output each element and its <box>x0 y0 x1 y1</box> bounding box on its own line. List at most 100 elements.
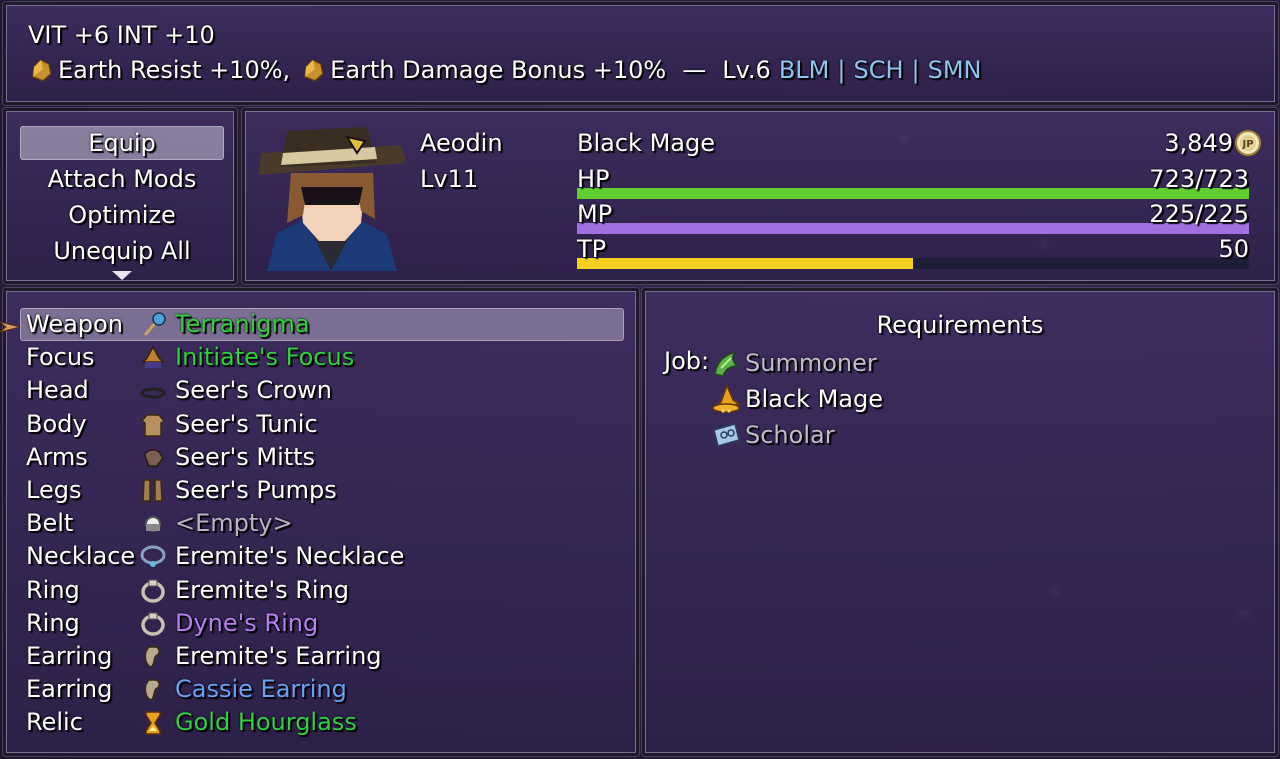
boots-icon <box>142 479 163 502</box>
required-job-name: Scholar <box>745 421 835 449</box>
equipped-item-name: Eremite's Earring <box>175 642 382 670</box>
dash: — <box>682 56 707 84</box>
slot-name: Body <box>26 409 87 438</box>
job-label: Job: <box>664 347 710 375</box>
equipped-item-name: Cassie Earring <box>175 675 347 704</box>
slot-name: Necklace <box>26 542 136 571</box>
status-window: Aeodin Lv11 Black Mage 3,849 JP HP 723/7… <box>242 108 1278 284</box>
job-points-value: 3,849 <box>1164 129 1233 157</box>
tp-gauge: TP 50 <box>577 235 1249 275</box>
equipped-item-name: Seer's Tunic <box>175 409 318 438</box>
crown-icon <box>140 387 166 399</box>
job-tag-blm: BLM <box>778 56 830 84</box>
slot-name: Head <box>26 376 89 405</box>
equipped-item-name: Seer's Crown <box>175 376 332 405</box>
wand-icon <box>143 312 166 336</box>
earring-icon <box>144 679 160 701</box>
tp-label: TP <box>577 235 607 263</box>
earth-damage-text: Earth Damage Bonus +10% <box>330 56 667 84</box>
equip-slot-row[interactable]: Legs Seer's Pumps <box>20 474 624 507</box>
equipped-item-name: Gold Hourglass <box>175 708 357 737</box>
required-job-name: Summoner <box>745 349 877 377</box>
equipped-item-name: <Empty> <box>175 509 293 538</box>
necklace-icon <box>140 545 166 568</box>
equipped-item-name: Seer's Pumps <box>175 476 337 504</box>
mp-label: MP <box>577 200 613 228</box>
unequip-all-command[interactable]: Unequip All <box>20 234 224 268</box>
character-name: Aeodin <box>420 129 503 157</box>
tunic-icon <box>140 413 166 437</box>
job-separator: | <box>837 56 846 84</box>
equip-slot-row[interactable]: Earring Cassie Earring <box>20 673 624 706</box>
hourglass-icon <box>145 711 161 736</box>
slot-name: Weapon <box>26 310 123 338</box>
black-mage-icon <box>712 384 741 413</box>
equipped-item-name: Terranigma <box>175 310 310 338</box>
job-tag-smn: SMN <box>927 56 982 84</box>
mitts-icon <box>144 448 164 467</box>
slot-name: Belt <box>26 509 74 538</box>
tp-gauge-track <box>577 258 1249 269</box>
optimize-command[interactable]: Optimize <box>20 198 224 232</box>
earth-element-icon <box>304 59 324 82</box>
earth-resist-text: Earth Resist +10%, <box>58 56 291 84</box>
attach-mods-command[interactable]: Attach Mods <box>20 162 224 196</box>
tp-gauge-fill <box>577 258 913 269</box>
scroll-down-arrow-icon[interactable] <box>112 271 132 280</box>
character-level: Lv11 <box>420 165 479 193</box>
equipment-slots-window: Weapon Terranigma Focus Initiate's Focus Hea… <box>3 288 639 756</box>
stat-bonus-text: VIT +6 INT +10 <box>28 21 215 49</box>
slot-name: Focus <box>26 343 95 372</box>
equip-slot-row[interactable]: Ring Eremite's Ring <box>20 574 624 607</box>
empty-icon <box>145 516 161 533</box>
jp-icon: JP <box>1235 130 1261 156</box>
tp-value: 50 <box>1218 235 1249 263</box>
requirements-window: Requirements Job: Summoner Black Mage Sc… <box>642 288 1278 756</box>
selection-cursor-icon <box>0 321 21 333</box>
slot-name: Legs <box>26 476 82 504</box>
ring-icon <box>141 612 165 636</box>
svg-text:JP: JP <box>1241 139 1253 150</box>
equip-slot-row[interactable]: Weapon Terranigma <box>20 308 624 341</box>
hp-label: HP <box>577 165 610 193</box>
item-level: Lv.6 <box>722 56 771 84</box>
job-separator: | <box>911 56 920 84</box>
slot-name: Relic <box>26 708 83 737</box>
equip-slot-row[interactable]: Arms Seer's Mitts <box>20 441 624 474</box>
equip-slot-row[interactable]: Belt <Empty> <box>20 507 624 540</box>
scholar-icon <box>713 423 740 447</box>
character-class: Black Mage <box>577 129 715 157</box>
equip-slot-row[interactable]: Head Seer's Crown <box>20 374 624 407</box>
hp-gauge: HP 723/723 <box>577 165 1249 205</box>
slot-name: Ring <box>26 608 80 637</box>
requirements-title: Requirements <box>876 311 1044 339</box>
summoner-icon <box>714 350 739 377</box>
ring-icon <box>141 579 165 603</box>
hp-value: 723/723 <box>1149 165 1249 193</box>
equip-command[interactable]: Equip <box>20 126 224 160</box>
equip-slot-row[interactable]: Ring Dyne's Ring <box>20 607 624 640</box>
equipped-item-name: Seer's Mitts <box>175 442 316 471</box>
equip-slot-row[interactable]: Body Seer's Tunic <box>20 408 624 441</box>
slot-name: Ring <box>26 575 80 604</box>
focus-icon <box>141 345 165 369</box>
equipped-item-name: Eremite's Necklace <box>175 542 405 571</box>
equip-slot-row[interactable]: Relic Gold Hourglass <box>20 706 624 739</box>
help-window: VIT +6 INT +10 Earth Resist +10%, Earth … <box>3 2 1278 105</box>
earth-element-icon <box>32 59 52 82</box>
earring-icon <box>144 646 160 668</box>
equipped-item-name: Initiate's Focus <box>175 343 355 372</box>
job-tag-sch: SCH <box>853 56 904 84</box>
equip-slot-row[interactable]: Focus Initiate's Focus <box>20 341 624 374</box>
command-window: Equip Attach Mods Optimize Unequip All <box>3 108 237 284</box>
slot-name: Earring <box>26 675 113 704</box>
mp-gauge: MP 225/225 <box>577 200 1249 240</box>
required-job-name: Black Mage <box>745 385 883 413</box>
equipped-item-name: Eremite's Ring <box>175 575 350 604</box>
equip-slot-row[interactable]: Earring Eremite's Earring <box>20 640 624 673</box>
character-portrait <box>259 127 405 271</box>
equipped-item-name: Dyne's Ring <box>175 608 319 637</box>
bonus-line: Earth Resist +10%, Earth Damage Bonus +1… <box>28 56 982 84</box>
slot-name: Earring <box>26 642 113 670</box>
equip-slot-row[interactable]: Necklace Eremite's Necklace <box>20 540 624 573</box>
